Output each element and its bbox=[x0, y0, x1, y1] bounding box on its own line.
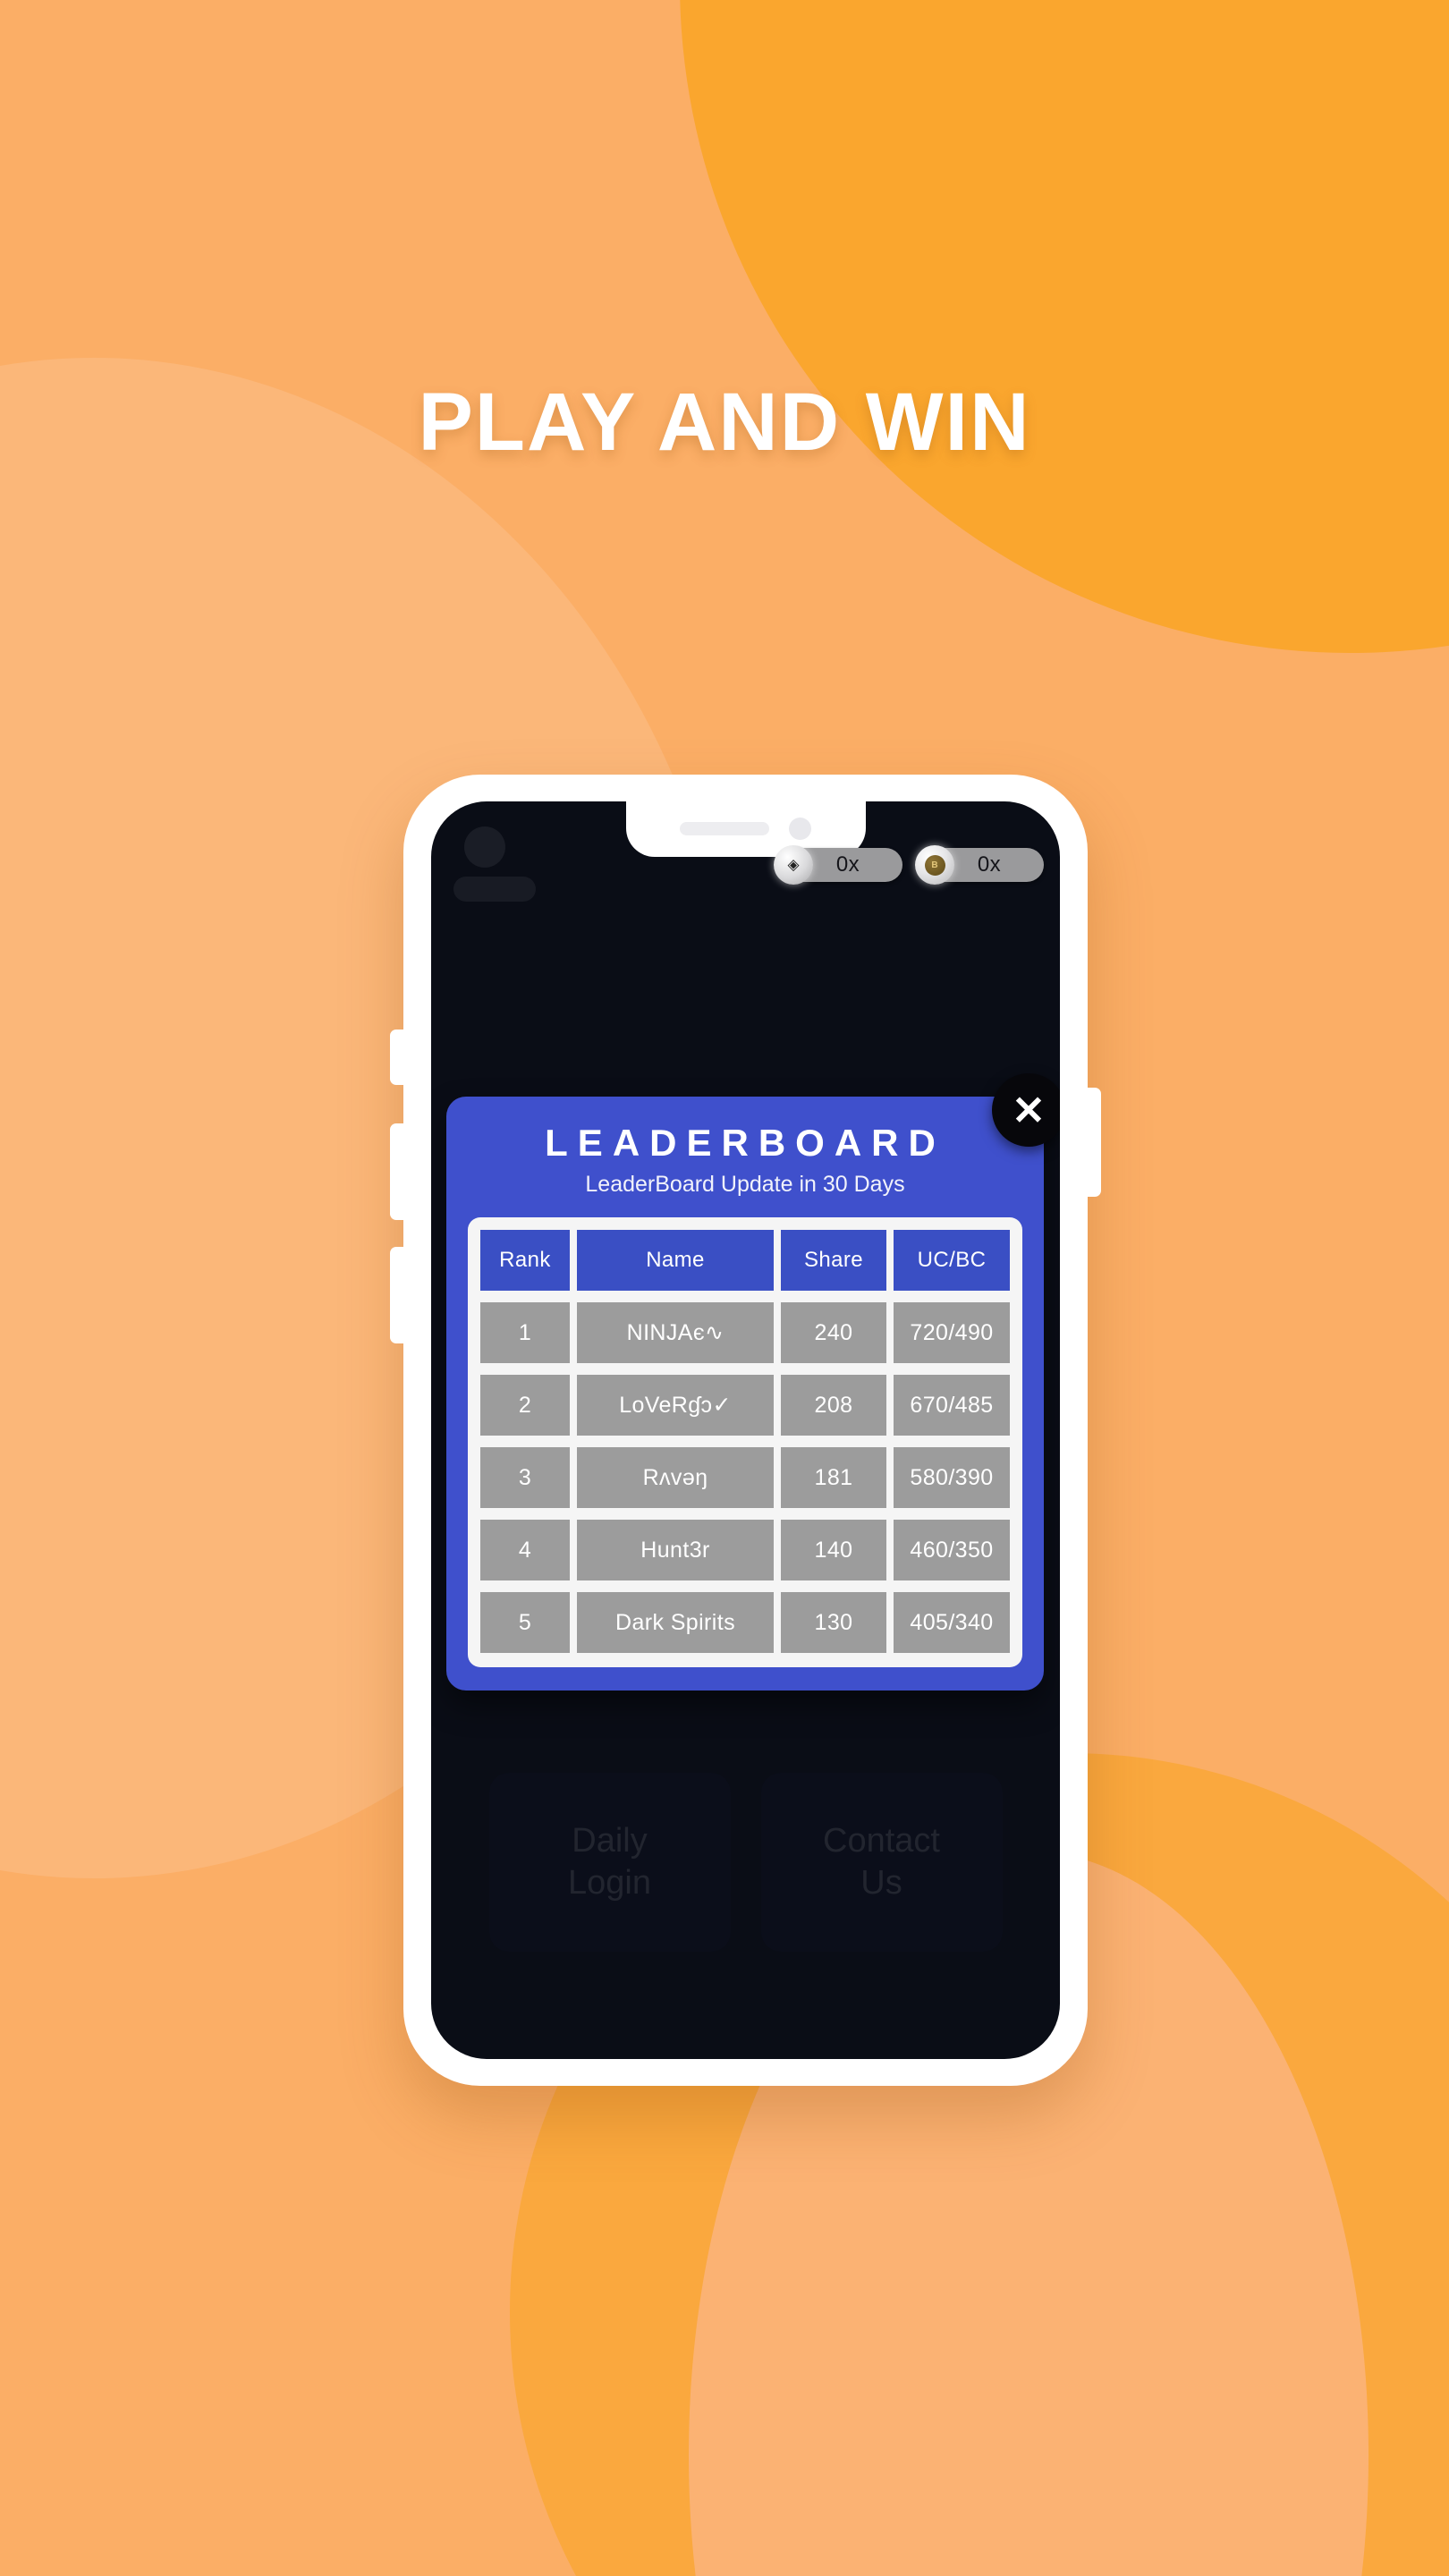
phone-volume-down-button[interactable] bbox=[390, 1247, 406, 1343]
table-header-row: Rank Name Share UC/BC bbox=[480, 1230, 1010, 1291]
cell-name: NINJAє∿ bbox=[577, 1302, 774, 1363]
phone-frame: ◈ 0x B 0x Daily Login Contact Us ✕ LEADE… bbox=[390, 775, 1101, 2086]
currency-bar: ◈ 0x B 0x bbox=[774, 845, 1044, 885]
cell-rank: 1 bbox=[480, 1302, 570, 1363]
cell-rank: 3 bbox=[480, 1447, 570, 1508]
avatar bbox=[464, 826, 505, 868]
cell-name: LoVeRɠɔ✓ bbox=[577, 1375, 774, 1436]
daily-login-button[interactable]: Daily Login bbox=[488, 1773, 731, 1952]
uc-token-icon: ◈ bbox=[774, 845, 813, 885]
table-row[interactable]: 5 Dark Spirits 130 405/340 bbox=[480, 1592, 1010, 1653]
bc-amount: 0x bbox=[977, 852, 1002, 877]
cell-name: Dark Spirits bbox=[577, 1592, 774, 1653]
background-blob-top-right bbox=[680, 0, 1449, 653]
cell-ucbc: 720/490 bbox=[894, 1302, 1010, 1363]
cell-rank: 2 bbox=[480, 1375, 570, 1436]
uc-amount: 0x bbox=[835, 852, 860, 877]
table-row[interactable]: 1 NINJAє∿ 240 720/490 bbox=[480, 1302, 1010, 1363]
table-row[interactable]: 3 Rʌvəŋ 181 580/390 bbox=[480, 1447, 1010, 1508]
column-header-ucbc: UC/BC bbox=[894, 1230, 1010, 1291]
bc-coin-icon: B bbox=[915, 845, 954, 885]
bottom-action-bar: Daily Login Contact Us bbox=[431, 1773, 1060, 1952]
daily-login-label: Daily Login bbox=[568, 1821, 651, 1902]
currency-pill-uc[interactable]: ◈ 0x bbox=[774, 845, 902, 885]
player-profile-chip[interactable] bbox=[453, 826, 536, 902]
cell-share: 240 bbox=[781, 1302, 886, 1363]
phone-volume-up-button[interactable] bbox=[390, 1123, 406, 1220]
cell-name: Hunt3r bbox=[577, 1520, 774, 1580]
cell-rank: 5 bbox=[480, 1592, 570, 1653]
modal-title: LEADERBOARD bbox=[545, 1122, 945, 1164]
earpiece-speaker-icon bbox=[680, 821, 769, 835]
cell-ucbc: 670/485 bbox=[894, 1375, 1010, 1436]
cell-share: 140 bbox=[781, 1520, 886, 1580]
front-camera-icon bbox=[789, 817, 811, 840]
modal-subtitle: LeaderBoard Update in 30 Days bbox=[585, 1172, 905, 1197]
close-icon[interactable]: ✕ bbox=[992, 1073, 1060, 1147]
phone-power-button[interactable] bbox=[1085, 1088, 1101, 1197]
player-name-bar bbox=[453, 877, 536, 902]
phone-screen: ◈ 0x B 0x Daily Login Contact Us ✕ LEADE… bbox=[431, 801, 1060, 2059]
column-header-name: Name bbox=[577, 1230, 774, 1291]
cell-name: Rʌvəŋ bbox=[577, 1447, 774, 1508]
leaderboard-table: Rank Name Share UC/BC 1 NINJAє∿ 240 720/… bbox=[468, 1217, 1022, 1667]
cell-ucbc: 405/340 bbox=[894, 1592, 1010, 1653]
cell-share: 181 bbox=[781, 1447, 886, 1508]
table-row[interactable]: 2 LoVeRɠɔ✓ 208 670/485 bbox=[480, 1375, 1010, 1436]
cell-share: 130 bbox=[781, 1592, 886, 1653]
cell-ucbc: 580/390 bbox=[894, 1447, 1010, 1508]
bc-coin-core: B bbox=[924, 854, 945, 876]
phone-mockup: ◈ 0x B 0x Daily Login Contact Us ✕ LEADE… bbox=[390, 775, 1101, 2086]
cell-ucbc: 460/350 bbox=[894, 1520, 1010, 1580]
cell-rank: 4 bbox=[480, 1520, 570, 1580]
cell-share: 208 bbox=[781, 1375, 886, 1436]
contact-us-label: Contact Us bbox=[823, 1821, 940, 1902]
leaderboard-modal: ✕ LEADERBOARD LeaderBoard Update in 30 D… bbox=[446, 1073, 1060, 1690]
page-headline: PLAY AND WIN bbox=[418, 377, 1031, 468]
column-header-rank: Rank bbox=[480, 1230, 570, 1291]
currency-pill-bc[interactable]: B 0x bbox=[915, 845, 1044, 885]
column-header-share: Share bbox=[781, 1230, 886, 1291]
table-row[interactable]: 4 Hunt3r 140 460/350 bbox=[480, 1520, 1010, 1580]
phone-silent-switch[interactable] bbox=[390, 1030, 406, 1085]
contact-us-button[interactable]: Contact Us bbox=[760, 1773, 1003, 1952]
